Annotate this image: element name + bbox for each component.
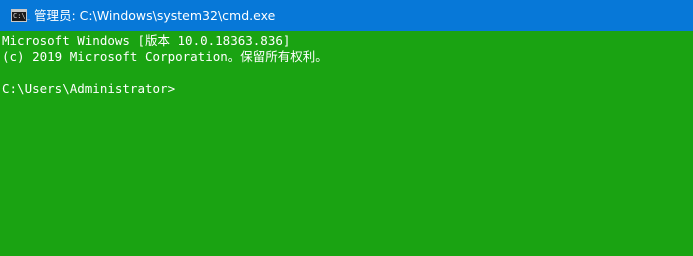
cmd-icon-glyph: C:\_ — [13, 12, 30, 20]
cmd-window: C:\_ 管理员: C:\Windows\system32\cmd.exe Mi… — [0, 0, 693, 256]
console-line-copyright: (c) 2019 Microsoft Corporation。保留所有权利。 — [2, 49, 328, 64]
title-bar[interactable]: C:\_ 管理员: C:\Windows\system32\cmd.exe — [0, 0, 693, 31]
console-line-blank — [2, 65, 693, 81]
console-output[interactable]: Microsoft Windows [版本 10.0.18363.836] (c… — [0, 31, 693, 256]
console-line-version: Microsoft Windows [版本 10.0.18363.836] — [2, 33, 291, 48]
cmd-icon[interactable]: C:\_ — [11, 9, 30, 22]
window-title: 管理员: C:\Windows\system32\cmd.exe — [34, 8, 276, 23]
input-cursor[interactable] — [175, 82, 176, 96]
prompt-row[interactable]: C:\Users\Administrator> — [2, 81, 693, 97]
command-prompt: C:\Users\Administrator> — [2, 81, 176, 96]
